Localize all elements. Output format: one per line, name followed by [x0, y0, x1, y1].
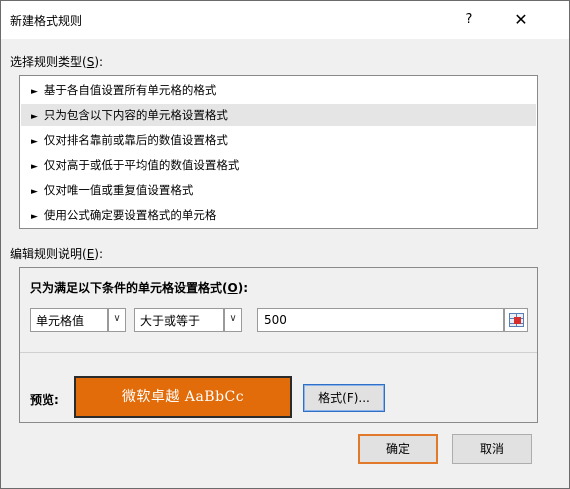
operator-select[interactable]: 大于或等于: [134, 308, 224, 332]
rule-type-label: 选择规则类型(S):: [10, 55, 104, 69]
rule-type-item[interactable]: ► 仅对高于或低于平均值的数值设置格式: [21, 154, 536, 176]
range-select-arrow-icon: [514, 317, 521, 324]
triangle-right-icon: ►: [31, 87, 38, 97]
rule-description-panel: 只为满足以下条件的单元格设置格式(O): 单元格值 ∨ 大于或等于 ∨ 500 …: [19, 267, 538, 423]
format-preview: 微软卓越 AaBbCc: [74, 376, 292, 418]
triangle-right-icon: ►: [31, 137, 38, 147]
cell-value-select[interactable]: 单元格值: [30, 308, 108, 332]
rule-type-item[interactable]: ► 基于各自值设置所有单元格的格式: [21, 79, 536, 101]
triangle-right-icon: ►: [31, 162, 38, 172]
range-select-button[interactable]: [504, 308, 528, 332]
edit-rule-description-label: 编辑规则说明(E):: [10, 247, 104, 261]
condition-title: 只为满足以下条件的单元格设置格式(O):: [30, 281, 248, 295]
value-input[interactable]: 500: [257, 308, 504, 332]
dialog-title: 新建格式规则: [10, 14, 83, 28]
chevron-down-icon[interactable]: ∨: [108, 308, 126, 332]
rule-type-item[interactable]: ► 仅对唯一值或重复值设置格式: [21, 179, 536, 201]
triangle-right-icon: ►: [31, 212, 38, 222]
help-button[interactable]: ?: [456, 9, 482, 31]
divider: [20, 352, 537, 353]
rule-type-list[interactable]: ► 基于各自值设置所有单元格的格式 ► 只为包含以下内容的单元格设置格式 ► 仅对排名…: [19, 75, 538, 229]
close-button[interactable]: ✕: [505, 7, 537, 33]
rule-type-item-selected[interactable]: ► 只为包含以下内容的单元格设置格式: [21, 104, 536, 126]
triangle-right-icon: ►: [31, 187, 38, 197]
rule-type-item[interactable]: ► 仅对排名靠前或靠后的数值设置格式: [21, 129, 536, 151]
cancel-button[interactable]: 取消: [452, 434, 532, 464]
ok-button[interactable]: 确定: [358, 434, 438, 464]
title-bar: 新建格式规则 ? ✕: [1, 1, 569, 39]
new-format-rule-dialog: 新建格式规则 ? ✕ 选择规则类型(S): ► 基于各自值设置所有单元格的格式 ►…: [0, 0, 570, 489]
format-button[interactable]: 格式(F)...: [303, 384, 385, 412]
rule-type-item[interactable]: ► 使用公式确定要设置格式的单元格: [21, 204, 536, 226]
triangle-right-icon: ►: [31, 112, 38, 122]
chevron-down-icon[interactable]: ∨: [224, 308, 242, 332]
preview-label: 预览:: [30, 393, 59, 407]
